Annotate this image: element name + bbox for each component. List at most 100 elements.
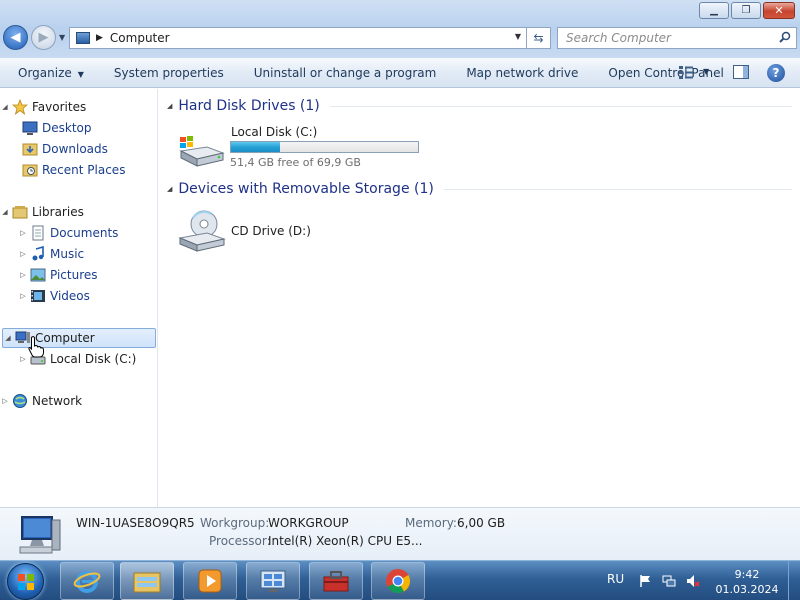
tree-downloads[interactable]: Downloads	[0, 139, 158, 159]
windows-hard-drive-icon	[179, 136, 225, 167]
recent-pages-dropdown[interactable]: ▼	[59, 33, 65, 42]
system-properties-button[interactable]: System properties	[106, 66, 232, 80]
collapse-icon[interactable]: ◢	[0, 208, 10, 216]
computer-large-icon	[19, 516, 61, 554]
processor-label: Processor:	[209, 534, 271, 548]
collapse-group-icon[interactable]: ◢	[167, 185, 172, 193]
uninstall-program-button[interactable]: Uninstall or change a program	[246, 66, 445, 80]
documents-icon	[32, 225, 44, 241]
back-arrow-icon: ◀	[10, 30, 21, 45]
close-icon: ✕	[774, 4, 784, 17]
internet-explorer-icon	[73, 571, 101, 593]
disk-usage-fill	[231, 142, 280, 152]
taskbar: RU 9:42 01.03.2024	[0, 560, 800, 600]
forward-arrow-icon: ▶	[38, 30, 49, 45]
server-manager-icon	[260, 570, 286, 592]
forward-button[interactable]: ▶	[31, 25, 56, 50]
libraries-label: Libraries	[32, 205, 84, 219]
organize-menu[interactable]: Organize ▼	[10, 66, 92, 80]
search-icon[interactable]	[779, 31, 791, 43]
window-controls: ▁ ❐ ✕	[697, 2, 795, 19]
change-view-icon[interactable]	[678, 65, 694, 79]
collapse-icon[interactable]: ◢	[0, 103, 10, 111]
content-area: ◢ Hard Disk Drives (1) Local Disk (C:) 5…	[159, 89, 800, 507]
open-control-panel-button[interactable]: Open Control Panel	[600, 66, 731, 80]
windows-logo-icon	[18, 574, 34, 590]
recent-places-icon	[22, 164, 38, 177]
tree-favorites[interactable]: ◢ Favorites	[0, 97, 158, 117]
minimize-button[interactable]: ▁	[699, 2, 729, 19]
breadcrumb-arrow-icon[interactable]: ▶	[96, 33, 103, 43]
collapse-icon[interactable]: ◢	[3, 334, 13, 342]
memory-label: Memory:	[405, 516, 457, 530]
cd-drive-icon	[178, 210, 226, 252]
maximize-button[interactable]: ❐	[731, 2, 761, 19]
tree-videos[interactable]: ▷ Videos	[0, 286, 158, 306]
mouse-cursor-icon	[28, 336, 44, 358]
expand-icon[interactable]: ▷	[18, 292, 28, 300]
map-network-drive-button[interactable]: Map network drive	[458, 66, 586, 80]
address-dropdown-icon[interactable]: ▼	[515, 32, 521, 41]
minimize-icon: ▁	[710, 5, 718, 16]
computer-name: WIN-1UASE8O9QR5	[76, 516, 195, 530]
tree-music[interactable]: ▷ Music	[0, 244, 158, 264]
action-center-flag-icon[interactable]	[638, 574, 652, 588]
window-titlebar: ▁ ❐ ✕ ◀ ▶ ▼ ▶ Computer ▼ ⇆ Search Comput…	[0, 0, 800, 58]
breadcrumb-computer[interactable]: Computer	[110, 31, 170, 45]
music-icon	[32, 246, 44, 261]
tree-desktop[interactable]: Desktop	[0, 118, 158, 138]
downloads-label: Downloads	[42, 142, 108, 156]
toolbox-icon	[323, 571, 349, 592]
videos-icon	[31, 290, 45, 302]
tree-recent-places[interactable]: Recent Places	[0, 160, 158, 180]
network-icon	[13, 394, 27, 408]
close-button[interactable]: ✕	[763, 2, 795, 19]
recent-places-label: Recent Places	[42, 163, 126, 177]
tree-pictures[interactable]: ▷ Pictures	[0, 265, 158, 285]
preview-pane-icon[interactable]	[733, 65, 749, 79]
clock[interactable]: 9:42 01.03.2024	[712, 567, 782, 597]
disk-usage-bar	[230, 141, 419, 153]
taskbar-windows-explorer[interactable]	[120, 562, 174, 600]
expand-icon[interactable]: ▷	[18, 250, 28, 258]
tree-network[interactable]: ▷ Network	[0, 391, 158, 411]
taskbar-server-manager[interactable]	[246, 562, 300, 600]
drive-cd-d[interactable]: CD Drive (D:)	[159, 204, 459, 259]
group-removable-storage[interactable]: ◢ Devices with Removable Storage (1)	[167, 181, 792, 197]
taskbar-internet-explorer[interactable]	[60, 562, 114, 600]
show-desktop-button[interactable]	[788, 561, 800, 600]
start-button[interactable]	[7, 563, 44, 600]
language-indicator[interactable]: RU	[607, 572, 624, 586]
taskbar-toolbox[interactable]	[309, 562, 363, 600]
address-bar[interactable]: ▶ Computer ▼	[69, 27, 527, 49]
restore-icon: ❐	[741, 5, 751, 16]
tree-documents[interactable]: ▷ Documents	[0, 223, 158, 243]
details-pane: WIN-1UASE8O9QR5 Workgroup: WORKGROUP Mem…	[0, 507, 800, 560]
network-status-icon[interactable]	[662, 574, 676, 588]
view-options-dropdown[interactable]: ▼	[703, 67, 709, 76]
tree-libraries[interactable]: ◢ Libraries	[0, 202, 158, 222]
taskbar-chrome[interactable]	[371, 562, 425, 600]
drive-local-disk-c[interactable]: Local Disk (C:) 51,4 GB free of 69,9 GB	[159, 89, 459, 179]
desktop-label: Desktop	[42, 121, 92, 135]
music-label: Music	[50, 247, 85, 261]
pictures-icon	[30, 268, 46, 282]
search-input[interactable]: Search Computer	[557, 27, 797, 49]
organize-label: Organize	[18, 65, 72, 80]
help-icon[interactable]: ?	[767, 64, 785, 82]
expand-icon[interactable]: ▷	[18, 271, 28, 279]
disk-free-space: 51,4 GB free of 69,9 GB	[230, 156, 361, 169]
computer-icon	[76, 32, 90, 44]
expand-icon[interactable]: ▷	[18, 229, 28, 237]
refresh-button[interactable]: ⇆	[527, 27, 551, 49]
taskbar-media-player[interactable]	[183, 562, 237, 600]
back-button[interactable]: ◀	[3, 25, 28, 50]
chevron-down-icon: ▼	[77, 69, 84, 79]
expand-icon[interactable]: ▷	[0, 397, 10, 405]
network-label: Network	[32, 394, 83, 408]
volume-muted-icon[interactable]	[686, 574, 700, 588]
command-bar: Organize ▼ System properties Uninstall or…	[0, 58, 800, 88]
chrome-icon	[386, 569, 411, 594]
documents-label: Documents	[50, 226, 119, 240]
tree-local-disk[interactable]: ▷ Local Disk (C:)	[0, 349, 158, 369]
